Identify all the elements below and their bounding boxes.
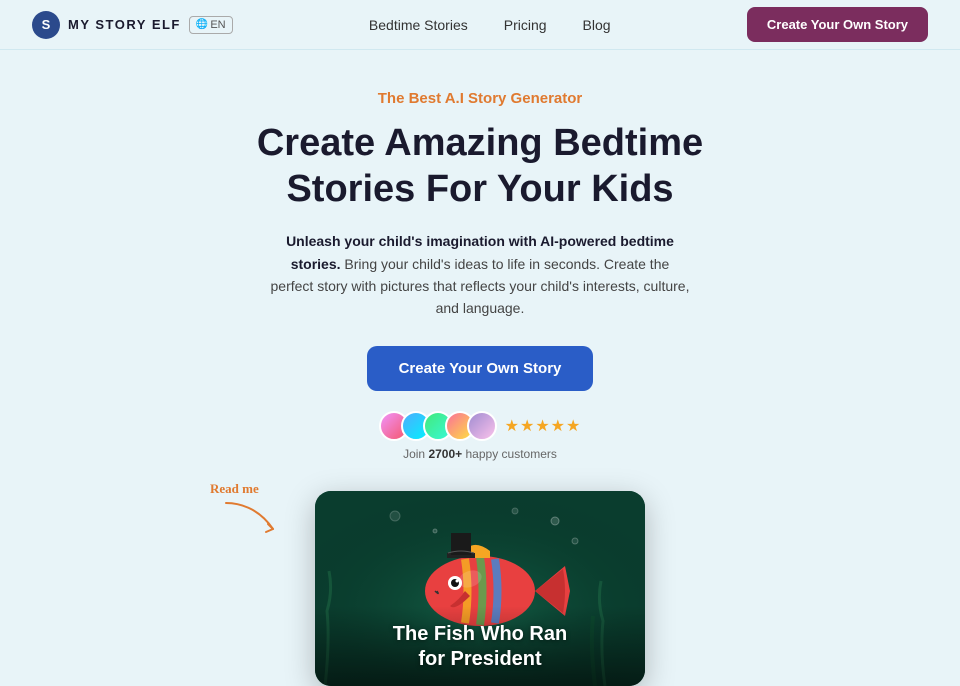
avatar-5 [467, 411, 497, 441]
logo-icon: S [32, 11, 60, 39]
story-card-background: The Fish Who Ran for President [315, 491, 645, 686]
create-story-main-button[interactable]: Create Your Own Story [367, 346, 594, 391]
hero-section: The Best A.I Story Generator Create Amaz… [0, 50, 960, 686]
read-me-label: Read me [210, 481, 259, 497]
social-proof: ★★★★★ Join 2700+ happy customers [379, 411, 582, 461]
nav-pricing[interactable]: Pricing [504, 17, 547, 33]
hero-description: Unleash your child's imagination with AI… [270, 230, 690, 320]
main-nav: Bedtime Stories Pricing Blog [369, 17, 611, 33]
header: S MY STORY ELF 🌐 EN Bedtime Stories Pric… [0, 0, 960, 50]
read-me-arrow-icon [218, 499, 278, 539]
nav-bedtime-stories[interactable]: Bedtime Stories [369, 17, 468, 33]
social-count-text: Join 2700+ happy customers [403, 447, 557, 461]
hero-subtitle: The Best A.I Story Generator [378, 90, 583, 107]
logo-text: MY STORY ELF [68, 17, 181, 32]
hero-title: Create Amazing Bedtime Stories For Your … [257, 121, 703, 212]
bottom-section: Read me [0, 481, 960, 686]
avatar-group [379, 411, 497, 441]
story-card[interactable]: The Fish Who Ran for President [315, 491, 645, 686]
lang-badge[interactable]: 🌐 EN [189, 16, 233, 34]
avatars-stars-row: ★★★★★ [379, 411, 582, 441]
story-card-title: The Fish Who Ran for President [329, 622, 631, 672]
create-story-header-button[interactable]: Create Your Own Story [747, 7, 928, 42]
star-rating: ★★★★★ [505, 416, 582, 436]
hero-content: The Best A.I Story Generator Create Amaz… [0, 50, 960, 686]
story-card-overlay: The Fish Who Ran for President [315, 606, 645, 686]
nav-blog[interactable]: Blog [583, 17, 611, 33]
logo-area: S MY STORY ELF 🌐 EN [32, 11, 233, 39]
